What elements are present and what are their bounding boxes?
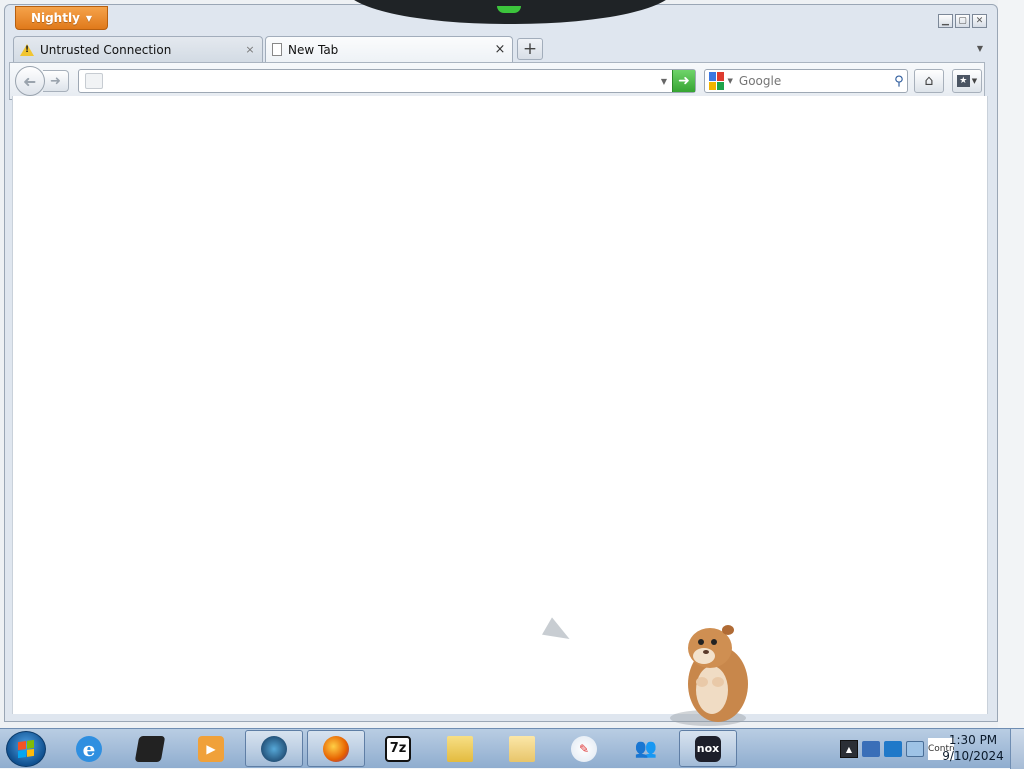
taskbar-nox[interactable]: nox: [679, 730, 737, 767]
taskbar-people-app[interactable]: 👥: [617, 730, 675, 767]
warning-icon: [20, 43, 34, 56]
taskbar-paint[interactable]: ✎: [555, 730, 613, 767]
chevron-down-icon: ▼: [971, 77, 978, 85]
google-engine-icon[interactable]: [709, 72, 724, 90]
clock-date: 9/10/2024: [942, 749, 1004, 763]
mouse-cursor-icon: [542, 617, 575, 648]
close-button[interactable]: ✕: [972, 14, 987, 28]
plus-icon: +: [522, 38, 538, 59]
url-bar: ▼ ➜: [78, 69, 696, 93]
tab-strip: Untrusted Connection × New Tab × + ▼: [13, 36, 989, 62]
taskbar-clock[interactable]: 1:30 PM 9/10/2024: [940, 732, 1006, 764]
go-button[interactable]: ➜: [672, 70, 695, 92]
card-icon: [509, 735, 535, 762]
taskbar-media-player[interactable]: ▶: [182, 730, 240, 767]
tab-close-button[interactable]: ×: [494, 42, 506, 57]
taskbar-7zip[interactable]: 7z: [369, 730, 427, 767]
search-icon[interactable]: ⚲: [891, 74, 907, 89]
minimize-icon: ▁: [942, 15, 949, 26]
page-content-area[interactable]: [12, 96, 988, 714]
tab-untrusted-connection[interactable]: Untrusted Connection ×: [13, 36, 263, 62]
chevron-down-icon: ▼: [85, 13, 93, 23]
list-all-tabs-button[interactable]: ▼: [977, 44, 983, 53]
chevron-down-icon[interactable]: ▼: [728, 77, 733, 85]
minimize-button[interactable]: ▁: [938, 14, 953, 28]
folder-icon: [447, 735, 473, 762]
app-menu-label: Nightly: [30, 11, 80, 25]
tab-label: New Tab: [288, 42, 339, 57]
taskbar-firefox-nightly[interactable]: [307, 730, 365, 767]
go-arrow-icon: ➜: [678, 73, 690, 89]
taskbar-black-box-app[interactable]: [121, 730, 179, 767]
maximize-button[interactable]: ▢: [955, 14, 970, 28]
new-tab-button[interactable]: +: [517, 38, 543, 60]
home-button[interactable]: ⌂: [914, 69, 944, 93]
7zip-icon: 7z: [385, 735, 411, 762]
bookmarks-button[interactable]: ★ ▼: [952, 69, 982, 93]
site-identity-icon[interactable]: [85, 73, 103, 89]
window-controls: ▁ ▢ ✕: [938, 14, 987, 28]
nightly-menu-button[interactable]: Nightly ▼: [15, 6, 108, 30]
taskbar-card-app[interactable]: [493, 730, 551, 767]
taskbar-internet-explorer[interactable]: e: [60, 730, 118, 767]
back-button[interactable]: ➜: [15, 66, 45, 96]
search-input[interactable]: [736, 73, 891, 89]
tab-new-tab[interactable]: New Tab ×: [265, 36, 513, 62]
volume-icon[interactable]: [906, 741, 924, 757]
start-button[interactable]: [6, 731, 46, 767]
search-bar: ▼ ⚲: [704, 69, 908, 93]
paint-icon: ✎: [571, 735, 597, 762]
hamster-mascot: [670, 625, 748, 726]
history-dropdown-button[interactable]: ▼: [656, 77, 672, 86]
back-arrow-icon: ➜: [23, 71, 37, 91]
close-icon: ✕: [975, 15, 984, 26]
show-desktop-button[interactable]: [1010, 729, 1024, 769]
home-icon: ⌂: [924, 73, 934, 89]
ie-icon: e: [76, 735, 102, 762]
tab-close-button[interactable]: ×: [244, 43, 256, 56]
desktop-edge-right: [998, 0, 1024, 730]
forward-button[interactable]: ➜: [43, 70, 69, 92]
clock-time: 1:30 PM: [948, 733, 998, 747]
taskbar: e ▶ 7z ✎ 👥 nox ▲ Contro 1:30 PM 9/10/202…: [0, 728, 1024, 769]
box-icon: [134, 735, 166, 762]
system-tray: ▲ Contro: [840, 733, 954, 765]
media-player-icon: ▶: [198, 735, 224, 762]
tab-label: Untrusted Connection: [40, 42, 172, 57]
globe-icon: [261, 735, 287, 762]
show-hidden-icons-button[interactable]: ▲: [840, 740, 858, 758]
network-icon[interactable]: [884, 741, 902, 757]
navigation-toolbar: ➜ ➜ ▼ ➜ ▼ ⚲ ⌂ ★ ▼: [9, 62, 985, 100]
nox-icon: nox: [695, 735, 721, 762]
firefox-icon: [323, 735, 349, 762]
people-icon: 👥: [634, 738, 658, 759]
tray-app-icon[interactable]: [862, 741, 880, 757]
page-icon: [272, 43, 282, 56]
maximize-icon: ▢: [958, 15, 967, 26]
windows-logo-icon: [18, 739, 34, 759]
forward-arrow-icon: ➜: [50, 73, 61, 89]
url-input[interactable]: [103, 71, 656, 91]
taskbar-globe-app[interactable]: [245, 730, 303, 767]
taskbar-file-explorer[interactable]: [431, 730, 489, 767]
bookmarks-icon: ★: [956, 75, 970, 87]
